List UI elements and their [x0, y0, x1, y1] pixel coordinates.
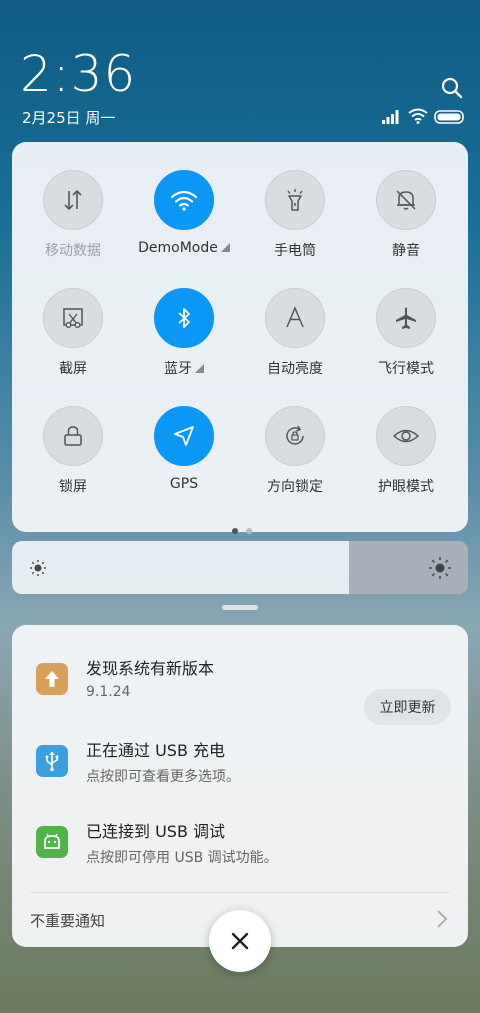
- tile-label-text: DemoMode: [138, 240, 218, 256]
- notification-title: 发现系统有新版本: [86, 659, 215, 678]
- tile-label: DemoMode: [129, 240, 239, 256]
- notification-subtitle: 9.1.24: [86, 684, 131, 700]
- expand-triangle-icon[interactable]: [220, 243, 230, 252]
- search-icon[interactable]: [440, 76, 464, 100]
- page-dot: [246, 528, 252, 534]
- tile-label: 静音: [392, 243, 420, 259]
- rotation-lock-icon: [286, 425, 304, 445]
- tile-wifi[interactable]: DemoMode: [129, 170, 239, 256]
- airplane-icon: [396, 307, 416, 329]
- eye-icon: [392, 429, 420, 443]
- battery-icon: [434, 110, 464, 124]
- tile-label: 手电筒: [274, 243, 316, 259]
- tile-mobile-data[interactable]: 移动数据: [18, 170, 128, 260]
- notification-usb-debugging[interactable]: 已连接到 USB 调试 点按即可停用 USB 调试功能。: [12, 818, 468, 888]
- tile-label: 蓝牙: [129, 358, 239, 378]
- cellular-signal-icon: [382, 110, 399, 124]
- tile-circle[interactable]: [154, 406, 214, 466]
- tile-circle[interactable]: [265, 170, 325, 230]
- tile-circle[interactable]: [376, 288, 436, 348]
- page-indicator: [228, 519, 256, 538]
- tile-lock-screen[interactable]: 锁屏: [18, 406, 128, 496]
- notification-panel: 发现系统有新版本 9.1.24 立即更新 正在通过 USB 充电 点按即可查看更…: [12, 625, 468, 947]
- update-now-button[interactable]: 立即更新: [364, 689, 451, 725]
- tile-circle[interactable]: [265, 406, 325, 466]
- android-icon: [36, 826, 68, 858]
- tile-screenshot[interactable]: 截屏: [18, 288, 128, 378]
- brightness-slider[interactable]: [12, 541, 468, 594]
- wifi-status-icon: [408, 108, 428, 124]
- tile-mute[interactable]: 静音: [351, 170, 461, 260]
- notification-subtitle: 点按即可停用 USB 调试功能。: [86, 850, 278, 866]
- lock-icon: [64, 426, 82, 446]
- tile-label: 截屏: [59, 361, 87, 377]
- bluetooth-icon: [178, 308, 190, 328]
- mobile-data-icon: [64, 189, 82, 211]
- tile-airplane[interactable]: 飞行模式: [351, 288, 461, 378]
- tile-circle[interactable]: [43, 406, 103, 466]
- notification-system-update[interactable]: 发现系统有新版本 9.1.24 立即更新: [12, 655, 468, 725]
- tile-gps[interactable]: GPS: [129, 406, 239, 492]
- chevron-right-icon[interactable]: [436, 909, 448, 929]
- drag-handle[interactable]: [222, 605, 258, 610]
- tile-bluetooth[interactable]: 蓝牙: [129, 288, 239, 378]
- tile-circle[interactable]: [154, 170, 214, 230]
- gps-icon: [174, 426, 194, 446]
- tile-eye-care[interactable]: 护眼模式: [351, 406, 461, 496]
- notification-title: 已连接到 USB 调试: [86, 822, 226, 841]
- tile-circle[interactable]: [154, 288, 214, 348]
- unimportant-notifications-link[interactable]: 不重要通知: [30, 910, 105, 931]
- flashlight-icon: [287, 189, 303, 211]
- clock[interactable]: 2:36: [20, 46, 136, 102]
- tile-label: 锁屏: [59, 479, 87, 495]
- brightness-low-icon: [30, 560, 46, 576]
- clear-all-button[interactable]: [209, 910, 271, 972]
- quick-settings-panel: 移动数据 DemoMode 手电筒 静音 截屏 蓝牙 自动亮度 飞行模式 锁屏 …: [12, 142, 468, 534]
- tile-label-text: 蓝牙: [164, 361, 192, 377]
- update-arrow-icon: [36, 663, 68, 695]
- notification-title: 正在通过 USB 充电: [86, 741, 226, 760]
- status-area: 2:36 2月25日 周一: [0, 0, 480, 140]
- notification-usb-charging[interactable]: 正在通过 USB 充电 点按即可查看更多选项。: [12, 737, 468, 807]
- tile-label: 方向锁定: [267, 479, 323, 495]
- date[interactable]: 2月25日 周一: [22, 107, 115, 128]
- tile-label: 移动数据: [45, 243, 101, 259]
- tile-rotation-lock[interactable]: 方向锁定: [240, 406, 350, 496]
- tile-circle[interactable]: [376, 170, 436, 230]
- tile-flashlight[interactable]: 手电筒: [240, 170, 350, 260]
- mute-bell-icon: [396, 190, 416, 210]
- tile-circle[interactable]: [43, 288, 103, 348]
- tile-label: GPS: [169, 476, 199, 492]
- tile-circle[interactable]: [376, 406, 436, 466]
- tile-auto-brightness[interactable]: 自动亮度: [240, 288, 350, 378]
- auto-brightness-icon: [286, 306, 304, 328]
- tile-label: 护眼模式: [378, 479, 434, 495]
- expand-triangle-icon[interactable]: [195, 364, 204, 373]
- notification-subtitle: 点按即可查看更多选项。: [86, 769, 240, 785]
- divider: [30, 892, 450, 893]
- tile-circle[interactable]: [43, 170, 103, 230]
- close-icon: [231, 932, 249, 950]
- usb-icon: [36, 745, 68, 777]
- tile-circle[interactable]: [265, 288, 325, 348]
- wifi-icon: [170, 190, 198, 211]
- page-dot-active: [232, 528, 238, 534]
- tile-label: 飞行模式: [378, 361, 434, 377]
- screenshot-icon: [63, 308, 83, 329]
- tile-label: 自动亮度: [267, 361, 323, 377]
- brightness-high-icon: [429, 557, 451, 579]
